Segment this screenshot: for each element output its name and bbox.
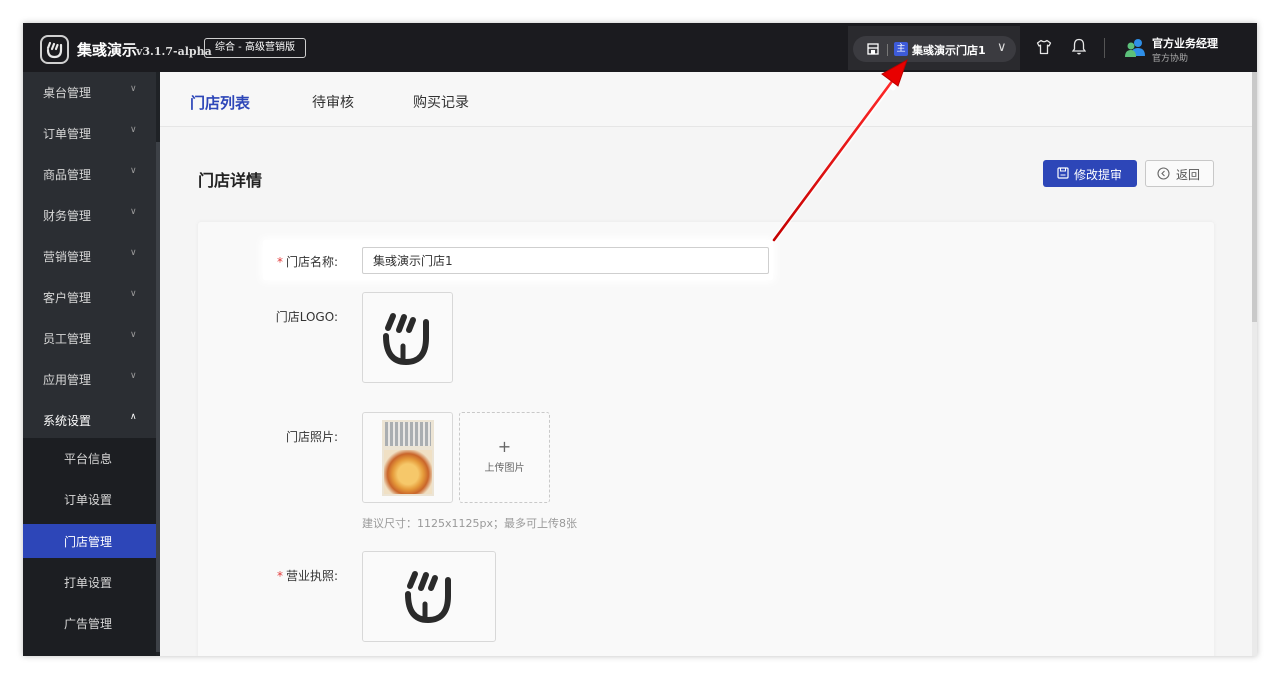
- sidebar: 桌台管理 ∨ 订单管理 ∨ 商品管理 ∨ 财务管理 ∨ 营销管理 ∨ 客户管理 …: [23, 72, 156, 656]
- edition-badge: 综合 - 高级营销版: [204, 38, 306, 58]
- submenu-item-label: 打单设置: [64, 576, 113, 590]
- settings-submenu: 平台信息 订单设置 门店管理 打单设置 广告管理: [23, 438, 156, 656]
- sidebar-item-label: 系统设置: [43, 414, 92, 428]
- sidebar-item-label: 营销管理: [43, 250, 92, 264]
- business-license-label: * 营业执照:: [178, 567, 338, 584]
- sidebar-item-products[interactable]: 商品管理 ∨: [23, 154, 156, 195]
- upload-photo-button[interactable]: + 上传图片: [459, 412, 550, 503]
- logo-icon: [46, 41, 63, 59]
- tabs-bar: 门店列表 待审核 购买记录: [160, 72, 1257, 127]
- main-store-badge: 主: [894, 42, 908, 56]
- store-selector[interactable]: 主 集彧演示门店1 ∨: [848, 26, 1020, 70]
- submit-for-review-button[interactable]: 修改提审: [1043, 160, 1137, 187]
- submenu-item-store-management[interactable]: 门店管理: [23, 524, 156, 558]
- upload-photo-label: 上传图片: [484, 463, 525, 474]
- store-logo-label: 门店LOGO:: [275, 310, 338, 324]
- store-photo-thumbnail[interactable]: [362, 412, 453, 503]
- chevron-down-icon: ∨: [130, 371, 137, 381]
- user-group-icon[interactable]: [1124, 38, 1146, 58]
- chevron-down-icon: ∨: [130, 125, 137, 135]
- chevron-up-icon: ∧: [130, 412, 137, 422]
- submenu-item-print-settings[interactable]: 打单设置: [23, 565, 156, 599]
- sidebar-item-settings[interactable]: 系统设置 ∧: [23, 400, 156, 441]
- sidebar-item-label: 桌台管理: [43, 86, 92, 100]
- app-logo[interactable]: [40, 35, 69, 64]
- submenu-item-ads[interactable]: 广告管理: [23, 606, 156, 640]
- back-circle-icon: [1157, 167, 1170, 180]
- store-name-input[interactable]: [362, 247, 769, 274]
- back-button[interactable]: 返回: [1145, 160, 1214, 187]
- submenu-item-label: 平台信息: [64, 452, 113, 466]
- chevron-down-icon: ∨: [997, 40, 1007, 55]
- store-name-label: * 门店名称:: [178, 253, 338, 270]
- submenu-item-label: 门店管理: [64, 535, 113, 549]
- sidebar-item-marketing[interactable]: 营销管理 ∨: [23, 236, 156, 277]
- back-label: 返回: [1176, 168, 1201, 182]
- plus-icon: +: [497, 437, 512, 456]
- photo-menu-detail: [385, 422, 431, 446]
- chevron-down-icon: ∨: [130, 166, 137, 176]
- sidebar-item-finance[interactable]: 财务管理 ∨: [23, 195, 156, 236]
- sidebar-item-label: 商品管理: [43, 168, 92, 182]
- sidebar-item-label: 财务管理: [43, 209, 92, 223]
- chevron-down-icon: ∨: [130, 330, 137, 340]
- chevron-down-icon: ∨: [130, 248, 137, 258]
- required-mark: *: [276, 569, 283, 583]
- sidebar-item-orders[interactable]: 订单管理 ∨: [23, 113, 156, 154]
- chevron-down-icon: ∨: [130, 84, 137, 94]
- tab-purchase-records[interactable]: 购买记录: [413, 92, 469, 112]
- brand-logo-icon: [383, 313, 429, 366]
- store-detail-card: *门店名称: 门店LOGO: 门店照片: +: [198, 222, 1214, 656]
- tab-store-list[interactable]: 门店列表: [190, 92, 250, 113]
- store-photos-label: 门店照片:: [285, 430, 338, 444]
- app-window: 集彧演示 v3.1.7-alpha 综合 - 高级营销版 主 集彧演示门店1 ∨: [23, 23, 1257, 656]
- current-store-name: 集彧演示门店1: [912, 44, 986, 57]
- main-content: 门店详情 修改提审 返回 *门店名称: 门店LOGO:: [160, 127, 1252, 656]
- sidebar-item-label: 订单管理: [43, 127, 92, 141]
- store-icon: [867, 43, 879, 55]
- store-photo-image: [382, 420, 434, 496]
- top-bar: 集彧演示 v3.1.7-alpha 综合 - 高级营销版 主 集彧演示门店1 ∨: [23, 23, 1257, 72]
- store-pill[interactable]: 主 集彧演示门店1 ∨: [853, 36, 1016, 62]
- header-divider: [1104, 38, 1105, 58]
- submenu-item-order-settings[interactable]: 订单设置: [23, 482, 156, 516]
- store-name-label-text: 门店名称:: [285, 255, 338, 269]
- brand-logo-icon: [405, 571, 451, 624]
- sidebar-item-tables[interactable]: 桌台管理 ∨: [23, 72, 156, 113]
- sidebar-item-customers[interactable]: 客户管理 ∨: [23, 277, 156, 318]
- main-scroll-thumb[interactable]: [1252, 72, 1257, 322]
- submenu-item-platform-info[interactable]: 平台信息: [23, 441, 156, 475]
- user-name[interactable]: 官方业务经理: [1152, 35, 1218, 51]
- required-mark: *: [276, 255, 283, 269]
- bell-icon[interactable]: [1072, 38, 1086, 55]
- sidebar-item-label: 客户管理: [43, 291, 92, 305]
- photo-size-hint: 建议尺寸：1125x1125px；最多可上传8张: [362, 517, 577, 530]
- submenu-item-label: 广告管理: [64, 617, 113, 631]
- skin-shirt-icon[interactable]: [1036, 39, 1052, 55]
- chevron-down-icon: ∨: [130, 207, 137, 217]
- save-icon: [1057, 167, 1069, 179]
- business-license-label-text: 营业执照:: [285, 569, 338, 583]
- tab-pending-review[interactable]: 待审核: [312, 92, 354, 112]
- business-license-image[interactable]: [362, 551, 496, 642]
- sidebar-item-apps[interactable]: 应用管理 ∨: [23, 359, 156, 400]
- submit-for-review-label: 修改提审: [1074, 168, 1123, 182]
- app-version: v3.1.7-alpha: [136, 45, 212, 58]
- sidebar-item-label: 员工管理: [43, 332, 92, 346]
- store-logo-image[interactable]: [362, 292, 453, 383]
- main-scrollbar[interactable]: [1252, 72, 1257, 656]
- sidebar-item-staff[interactable]: 员工管理 ∨: [23, 318, 156, 359]
- page-title: 门店详情: [198, 171, 263, 190]
- app-name: 集彧演示: [77, 41, 138, 59]
- sidebar-item-label: 应用管理: [43, 373, 92, 387]
- user-role: 官方协助: [1152, 54, 1189, 64]
- submenu-item-label: 订单设置: [64, 493, 113, 507]
- chevron-down-icon: ∨: [130, 289, 137, 299]
- store-divider: [887, 44, 888, 56]
- photo-food-detail: [384, 450, 432, 494]
